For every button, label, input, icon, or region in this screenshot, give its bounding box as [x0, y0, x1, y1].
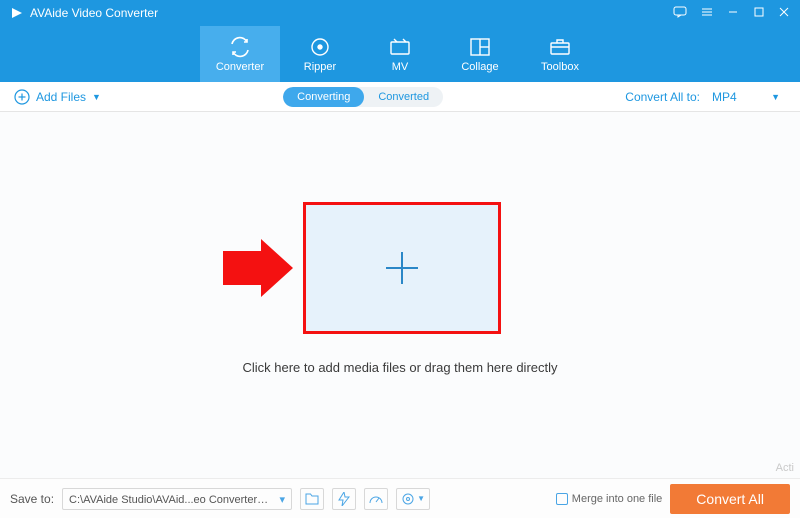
convert-all-to: Convert All to: MP4 ▼ [625, 88, 786, 106]
minimize-button[interactable] [727, 6, 739, 21]
tab-converting[interactable]: Converting [283, 87, 364, 107]
nav-label: MV [392, 61, 409, 73]
feedback-icon[interactable] [673, 6, 687, 21]
merge-checkbox[interactable]: Merge into one file [556, 493, 663, 505]
tutorial-arrow-icon [223, 239, 293, 297]
window-controls [663, 6, 790, 21]
speed-icon [368, 493, 384, 505]
app-logo: AVAide Video Converter [10, 6, 158, 20]
merge-label: Merge into one file [572, 493, 663, 505]
add-files-label: Add Files [36, 90, 86, 104]
convert-all-label: Convert All [696, 491, 764, 507]
output-format-dropdown[interactable]: MP4 ▼ [706, 88, 786, 106]
collage-icon [470, 35, 490, 59]
checkbox-icon [556, 493, 568, 505]
ripper-icon [309, 35, 331, 59]
folder-icon [305, 493, 319, 505]
convert-all-button[interactable]: Convert All [670, 484, 790, 514]
output-format-value: MP4 [712, 90, 737, 104]
tab-converted[interactable]: Converted [364, 87, 443, 107]
hw-accel-button[interactable] [332, 488, 356, 510]
nav-label: Converter [216, 61, 264, 73]
close-button[interactable] [778, 6, 790, 21]
sub-toolbar: Add Files ▼ Converting Converted Convert… [0, 82, 800, 112]
save-to-label: Save to: [10, 492, 54, 506]
menu-icon[interactable] [700, 6, 714, 21]
mv-icon [389, 35, 411, 59]
nav-label: Toolbox [541, 61, 579, 73]
chevron-down-icon: ▼ [771, 92, 780, 102]
nav-label: Ripper [304, 61, 336, 73]
convert-all-to-label: Convert All to: [625, 90, 700, 104]
nav-converter[interactable]: Converter [200, 26, 280, 82]
hi-speed-button[interactable] [364, 488, 388, 510]
app-logo-icon [10, 6, 24, 20]
open-folder-button[interactable] [300, 488, 324, 510]
nav-toolbox[interactable]: Toolbox [520, 26, 600, 82]
nav-collage[interactable]: Collage [440, 26, 520, 82]
gear-icon [401, 492, 415, 506]
main-area: Click here to add media files or drag th… [0, 112, 800, 478]
convert-status-tabs: Converting Converted [283, 87, 443, 107]
plus-icon [386, 252, 418, 284]
titlebar: AVAide Video Converter [0, 0, 800, 26]
chevron-down-icon: ▼ [417, 494, 425, 503]
settings-button[interactable]: ▼ [396, 488, 430, 510]
nav-label: Collage [461, 61, 498, 73]
maximize-button[interactable] [753, 6, 765, 21]
nav-mv[interactable]: MV [360, 26, 440, 82]
app-title: AVAide Video Converter [30, 6, 158, 20]
main-nav: Converter Ripper MV Collage [0, 26, 800, 82]
chevron-down-icon: ▼ [92, 92, 101, 102]
add-files-button[interactable]: Add Files ▼ [14, 89, 101, 105]
dropzone-hint: Click here to add media files or drag th… [0, 360, 800, 375]
footer-bar: Save to: C:\AVAide Studio\AVAid...eo Con… [0, 478, 800, 518]
nav-ripper[interactable]: Ripper [280, 26, 360, 82]
converter-icon [228, 35, 252, 59]
save-path-dropdown[interactable]: C:\AVAide Studio\AVAid...eo Converter\Co… [62, 488, 292, 510]
watermark-text: Acti [776, 462, 794, 474]
bolt-icon [338, 492, 350, 506]
add-media-dropzone[interactable] [303, 202, 501, 334]
toolbox-icon [549, 35, 571, 59]
plus-circle-icon [14, 89, 30, 105]
